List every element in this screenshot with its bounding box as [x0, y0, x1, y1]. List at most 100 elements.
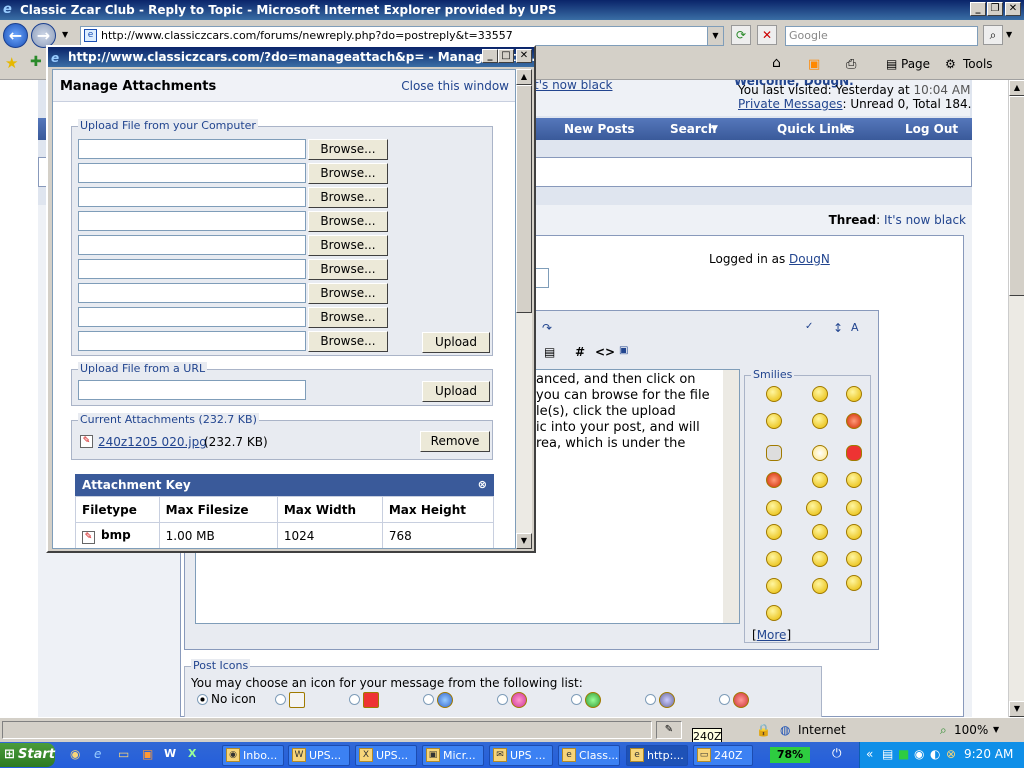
tools-menu[interactable]: Tools [963, 57, 993, 71]
font-size-icon[interactable]: A [851, 321, 859, 334]
zoom-level[interactable]: 100% [954, 723, 988, 737]
smiley-icon[interactable] [766, 578, 782, 594]
home-icon[interactable]: ⌂ [772, 55, 781, 71]
task-inbox[interactable]: ◉ Inbo... [222, 745, 284, 766]
sign-icon[interactable] [806, 500, 822, 516]
quicklaunch-folder-icon[interactable]: ▭ [118, 747, 129, 761]
browse-button-3[interactable]: Browse... [308, 187, 388, 208]
php-icon[interactable]: ▣ [619, 345, 628, 356]
wink-icon[interactable] [766, 413, 782, 429]
file-input-1[interactable] [78, 139, 306, 159]
quote-icon[interactable]: ▤ [544, 345, 555, 359]
tray-volume-icon[interactable]: ◐ [930, 747, 940, 761]
page-scrollbar[interactable]: ▲ ▼ [1008, 80, 1024, 717]
scroll-down-icon[interactable]: ▼ [1009, 701, 1024, 717]
zoom-dropdown-icon[interactable]: ▼ [993, 725, 999, 734]
smiley-icon[interactable] [766, 386, 782, 402]
quicklaunch-excel-icon[interactable]: X [188, 747, 196, 760]
smiley-icon[interactable] [766, 605, 782, 621]
browse-button-9[interactable]: Browse... [308, 331, 388, 352]
quicklaunch-ie-icon[interactable]: e [94, 747, 101, 761]
popup-scroll-up-icon[interactable]: ▲ [516, 69, 532, 85]
print-icon[interactable]: ⎙ [846, 57, 856, 72]
browse-button-7[interactable]: Browse... [308, 283, 388, 304]
thread-title-link[interactable]: It's now black [884, 213, 966, 227]
angry-icon[interactable] [766, 472, 782, 488]
task-ups-3[interactable]: ✉ UPS ... [489, 745, 553, 766]
search-options-icon[interactable]: ▼ [1006, 30, 1012, 39]
task-micr[interactable]: ▣ Micr... [422, 745, 484, 766]
browse-button-5[interactable]: Browse... [308, 235, 388, 256]
browse-button-8[interactable]: Browse... [308, 307, 388, 328]
smiley-icon[interactable] [846, 575, 862, 591]
file-input-5[interactable] [78, 235, 306, 255]
upload-url-button[interactable]: Upload [422, 381, 490, 402]
smiley-icon[interactable] [812, 524, 828, 540]
tray-expand-icon[interactable]: « [866, 747, 873, 761]
no-icon-radio[interactable] [197, 694, 208, 705]
task-ups-2[interactable]: X UPS... [355, 745, 417, 766]
lightbulb-icon[interactable] [812, 445, 828, 461]
textarea-scrollbar[interactable] [723, 370, 739, 623]
mad-icon[interactable] [846, 413, 862, 429]
smiley-icon[interactable] [766, 524, 782, 540]
tray-tool-icon[interactable]: ⊗ [946, 747, 956, 761]
scroll-up-icon[interactable]: ▲ [1009, 80, 1024, 96]
nav-new-posts[interactable]: New Posts [564, 122, 635, 136]
upload-button[interactable]: Upload [422, 332, 490, 353]
icon-radio[interactable] [275, 694, 286, 705]
browse-button-4[interactable]: Browse... [308, 211, 388, 232]
thumbs-icon[interactable] [846, 472, 862, 488]
smiley-icon[interactable] [812, 578, 828, 594]
smiley-icon[interactable] [846, 386, 862, 402]
quicklaunch-app-icon[interactable]: ▣ [142, 747, 153, 761]
popup-scroll-thumb[interactable] [516, 85, 532, 313]
history-dropdown-icon[interactable]: ▼ [62, 30, 68, 39]
collapse-icon[interactable]: ⊗ [478, 474, 487, 496]
popup-maximize-button[interactable]: □ [498, 49, 514, 63]
file-input-7[interactable] [78, 283, 306, 303]
tools-gear-icon[interactable]: ⚙ [945, 57, 956, 71]
stop-icon[interactable]: ✕ [757, 25, 777, 45]
refresh-icon[interactable]: ⟳ [731, 25, 751, 45]
task-class[interactable]: e Class... [558, 745, 620, 766]
search-icon[interactable]: ⌕ [983, 25, 1003, 45]
popup-minimize-button[interactable]: _ [482, 49, 498, 63]
smiley-icon[interactable] [846, 524, 862, 540]
file-input-2[interactable] [78, 163, 306, 183]
start-button[interactable]: ⊞ Start [0, 743, 55, 767]
restore-button[interactable]: ❐ [987, 2, 1003, 16]
popup-scroll-down-icon[interactable]: ▼ [516, 533, 532, 549]
quicklaunch-outlook-icon[interactable]: ◉ [70, 747, 80, 761]
cat-icon[interactable] [766, 445, 782, 461]
smiley-icon[interactable] [812, 386, 828, 402]
redo-icon[interactable]: ↷ [542, 321, 552, 335]
cool-icon[interactable] [766, 551, 782, 567]
smiley-icon[interactable] [812, 413, 828, 429]
add-favorites-icon[interactable]: ✚ [30, 54, 42, 70]
resize-icon[interactable]: ↕ [833, 321, 843, 335]
zoom-icon[interactable]: ⌕ [940, 723, 947, 738]
browse-button-2[interactable]: Browse... [308, 163, 388, 184]
address-dropdown-icon[interactable]: ▼ [707, 27, 723, 45]
attachment-link[interactable]: 240z1205 020.jpg [98, 435, 207, 449]
nav-quick-links[interactable]: Quick Links [777, 122, 855, 136]
file-input-4[interactable] [78, 211, 306, 231]
file-input-3[interactable] [78, 187, 306, 207]
user-link[interactable]: DougN [789, 252, 830, 266]
browse-button-6[interactable]: Browse... [308, 259, 388, 280]
back-button[interactable]: ← [3, 23, 28, 48]
quicklaunch-word-icon[interactable]: W [164, 747, 176, 760]
favorites-star-icon[interactable]: ★ [5, 54, 18, 72]
code-icon[interactable]: <> [595, 345, 615, 359]
lips-icon[interactable] [846, 445, 862, 461]
smiley-icon[interactable] [812, 551, 828, 567]
hash-icon[interactable]: # [575, 345, 585, 359]
tray-security-icon[interactable]: ◉ [914, 747, 924, 761]
tray-app-icon[interactable]: ▤ [882, 747, 893, 761]
page-menu[interactable]: Page [901, 57, 930, 71]
remove-button[interactable]: Remove [420, 431, 490, 452]
clock[interactable]: 9:20 AM [964, 747, 1013, 761]
smiley-icon[interactable] [846, 551, 862, 567]
page-menu-icon[interactable]: ▤ [886, 57, 897, 71]
